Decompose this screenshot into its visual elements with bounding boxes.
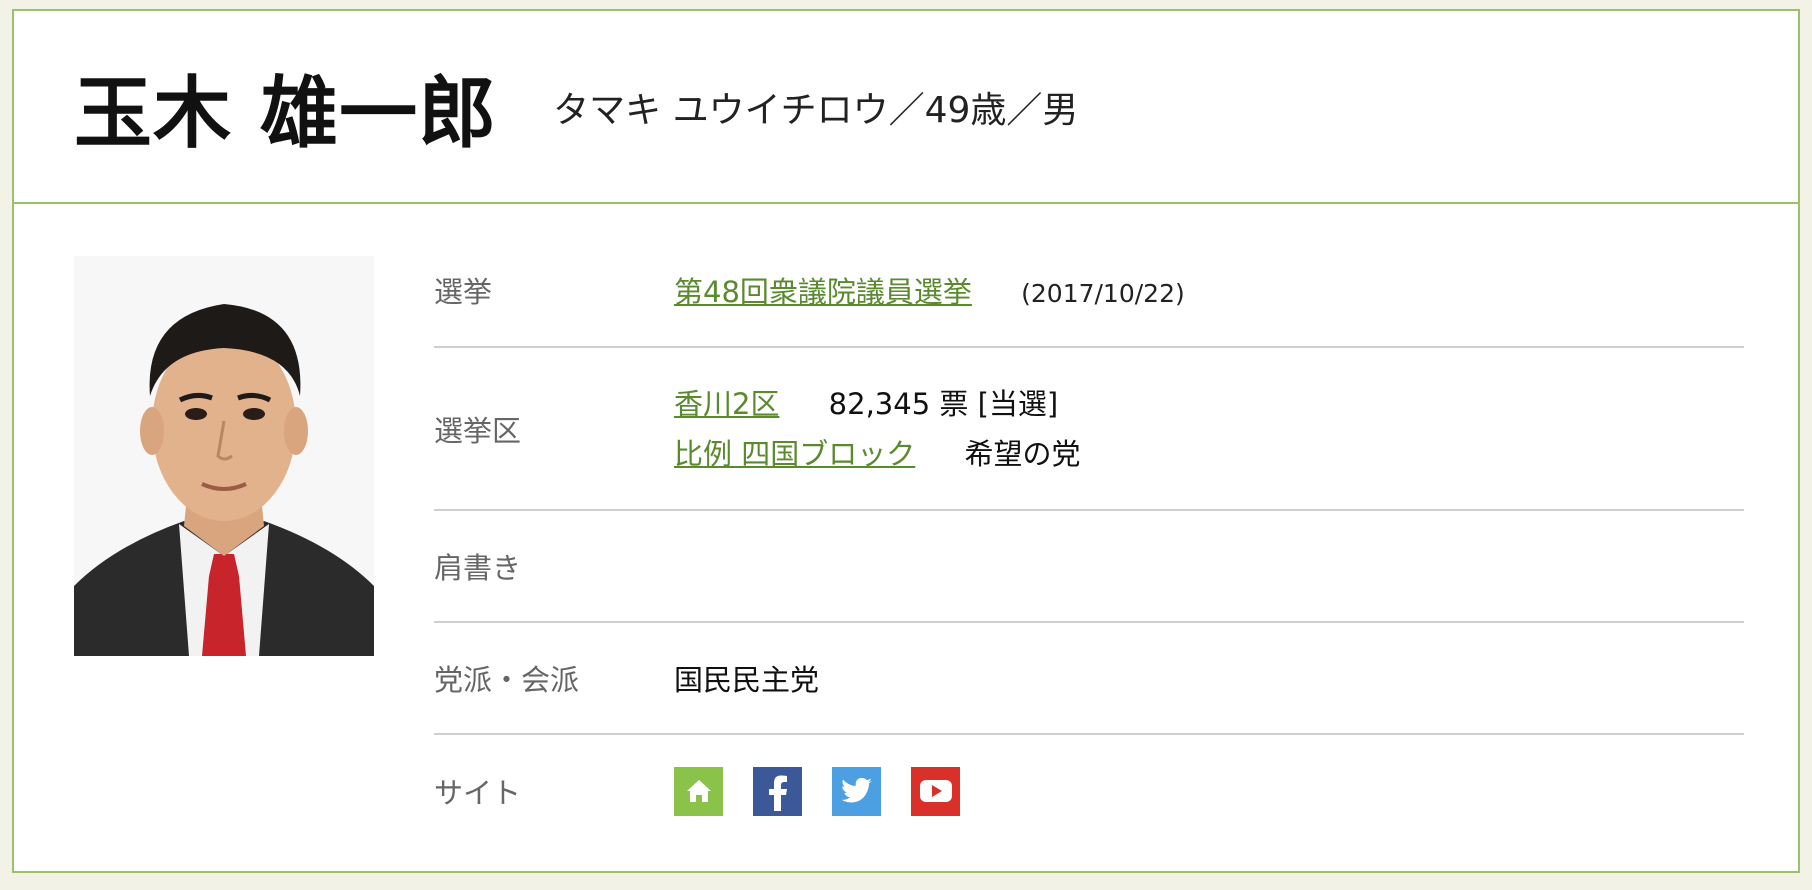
district-link[interactable]: 香川2区: [674, 387, 779, 421]
candidate-info: 選挙 第48回衆議院議員選挙 (2017/10/22) 選挙区 香川2区 82,…: [434, 233, 1744, 847]
candidate-kana-age-gender: タマキ ユウイチロウ／49歳／男: [553, 89, 1079, 131]
row-party: 党派・会派 国民民主党: [434, 623, 1744, 735]
district-votes: 82,345 票 [当選]: [828, 386, 1059, 421]
twitter-icon[interactable]: [832, 766, 881, 816]
candidate-header: 玉木 雄一郎 タマキ ユウイチロウ／49歳／男: [14, 11, 1798, 204]
row-district: 選挙区 香川2区 82,345 票 [当選] 比例 四国ブロック 希望の党: [434, 348, 1744, 511]
row-sites: サイト: [434, 735, 1744, 847]
home-icon[interactable]: [674, 766, 723, 816]
facebook-icon[interactable]: [753, 766, 802, 816]
election-link[interactable]: 第48回衆議院議員選挙: [674, 275, 972, 309]
portrait-image: [74, 256, 374, 656]
candidate-name: 玉木 雄一郎: [74, 68, 498, 159]
youtube-icon[interactable]: [911, 766, 960, 816]
district-label: 選挙区: [434, 413, 522, 448]
election-date: (2017/10/22): [1021, 278, 1185, 308]
title-label: 肩書き: [434, 551, 522, 585]
row-election: 選挙 第48回衆議院議員選挙 (2017/10/22): [434, 233, 1744, 348]
row-title: 肩書き: [434, 511, 1744, 623]
party-value: 国民民主党: [674, 663, 820, 697]
sites-label: サイト: [434, 776, 522, 810]
election-label: 選挙: [434, 274, 493, 309]
site-icons: [674, 766, 960, 816]
party-label: 党派・会派: [434, 663, 580, 697]
candidate-photo: [74, 256, 374, 656]
pr-party: 希望の党: [964, 436, 1081, 471]
pr-block-link[interactable]: 比例 四国ブロック: [674, 437, 915, 471]
candidate-card: 玉木 雄一郎 タマキ ユウイチロウ／49歳／男 選挙 第48回衆議院議員選挙 (…: [12, 9, 1800, 873]
